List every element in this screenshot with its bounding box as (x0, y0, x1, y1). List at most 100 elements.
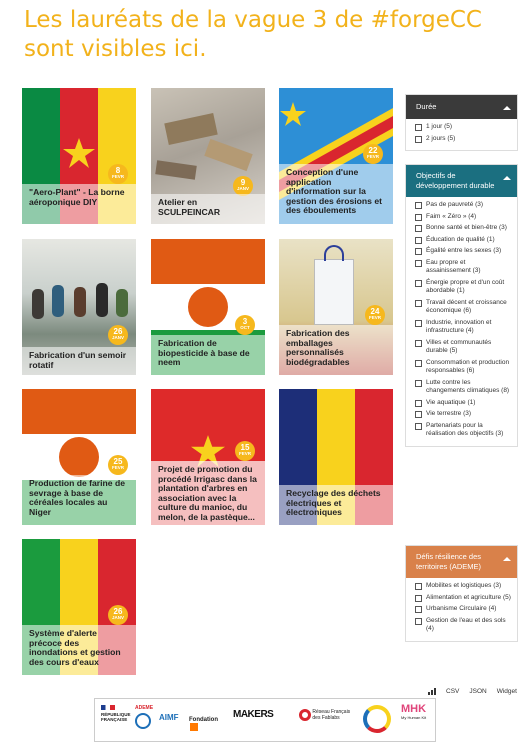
project-card[interactable]: 15 FEVR Projet de promotion du procédé Ir… (151, 389, 265, 552)
filter-option-label: Gestion de l'eau et des sols (4) (426, 616, 506, 633)
filter-option[interactable]: Pas de pauvreté (3) (415, 201, 511, 210)
card-title: Production de farine de sevrage à base d… (22, 475, 136, 525)
filter-ademe-header[interactable]: Défis résilience des territoires (ADEME) (406, 546, 517, 578)
filter-duree-title: Durée (416, 102, 437, 111)
filter-option[interactable]: Alimentation et agriculture (5) (415, 594, 511, 603)
checkbox[interactable] (415, 339, 422, 347)
filter-duree-header[interactable]: Durée (406, 95, 517, 119)
date-badge: 25 FEVR (108, 455, 128, 475)
checkbox[interactable] (415, 606, 422, 613)
card-title: Projet de promotion du procédé Irrigasc … (151, 461, 265, 552)
filter-option-label: Vie aquatique (1) (426, 398, 476, 406)
checkbox[interactable] (415, 583, 422, 590)
export-json-link[interactable]: JSON (469, 688, 486, 695)
checkbox[interactable] (415, 135, 422, 143)
filter-odd-title: Objectifs de développement durable (416, 171, 495, 190)
filter-option[interactable]: Lutte contre les changements climatiques… (415, 379, 511, 396)
collapse-icon[interactable] (503, 557, 511, 561)
checkbox[interactable] (415, 411, 422, 418)
card-title: Atelier en SCULPEINCAR (151, 194, 265, 224)
checkbox[interactable] (415, 299, 422, 307)
date-badge: 8 FEVR (108, 164, 128, 184)
filter-option-label: Pas de pauvreté (3) (426, 201, 484, 208)
filter-option[interactable]: Énergie propre et d'un coût abordable (1… (415, 279, 511, 296)
makers-logo: MAKERS (233, 709, 274, 720)
filter-option-label: Travail décent et croissance économique … (426, 298, 507, 315)
filter-option-label: Industrie, innovation et infrastructure … (426, 318, 492, 335)
filter-duree: Durée 1 jour (5) 2 jours (5) (405, 94, 518, 151)
filter-option[interactable]: Faim « Zéro » (4) (415, 213, 511, 222)
aimf-logo: AIMF (159, 713, 179, 722)
project-card[interactable]: 26 JANV Système d'alerte précoce des inon… (22, 539, 136, 675)
checkbox[interactable] (415, 594, 422, 602)
export-links: CSV JSON Widget (428, 687, 517, 695)
filter-option-label: Vie terrestre (3) (426, 410, 472, 417)
filter-option[interactable]: Bonne santé et bien-être (3) (415, 224, 511, 233)
filter-option[interactable]: 2 jours (5) (415, 135, 511, 144)
checkbox[interactable] (415, 236, 422, 244)
export-csv-link[interactable]: CSV (446, 688, 459, 695)
filter-ademe: Défis résilience des territoires (ADEME)… (405, 545, 518, 642)
card-title: "Aero-Plant" - La borne aéroponique DIY (22, 184, 136, 224)
checkbox[interactable] (415, 248, 422, 255)
filter-option[interactable]: Vie terrestre (3) (415, 410, 511, 419)
filter-option[interactable]: Vie aquatique (1) (415, 399, 511, 408)
filter-option[interactable]: Partenariats pour la réalisation des obj… (415, 422, 511, 439)
filter-option[interactable]: Gestion de l'eau et des sols (4) (415, 617, 511, 634)
collapse-icon[interactable] (503, 176, 511, 180)
date-badge: 26 JANV (108, 605, 128, 625)
filter-option-label: Urbanisme Circulaire (4) (426, 605, 497, 612)
checkbox[interactable] (415, 259, 422, 267)
filter-option-label: Eau propre et assainissement (3) (426, 258, 481, 275)
star-icon (63, 138, 95, 168)
filter-option[interactable]: Éducation de qualité (1) (415, 236, 511, 245)
partner-circle-logo (363, 705, 391, 733)
card-title: Conception d'une application d'informati… (279, 164, 393, 224)
filter-option-label: 2 jours (5) (426, 134, 456, 142)
project-card[interactable]: 8 FEVR "Aero-Plant" - La borne aéroponiqu… (22, 88, 136, 224)
checkbox[interactable] (415, 213, 422, 221)
filter-option[interactable]: Travail décent et croissance économique … (415, 299, 511, 316)
filter-option-label: Mobilites et logistiques (3) (426, 582, 502, 589)
checkbox[interactable] (415, 422, 422, 430)
project-card[interactable]: 9 JANV Atelier en SCULPEINCAR (151, 88, 265, 224)
filter-option[interactable]: Consommation et production responsables … (415, 359, 511, 376)
filter-option[interactable]: Urbanisme Circulaire (4) (415, 605, 511, 614)
projects-grid: 8 FEVR "Aero-Plant" - La borne aéroponiqu… (22, 88, 394, 688)
page-title: Les lauréats de la vague 3 de #forgeCC s… (24, 7, 482, 62)
checkbox[interactable] (415, 225, 422, 232)
filter-option-label: Éducation de qualité (1) (426, 235, 495, 243)
chart-bars-icon (428, 687, 436, 695)
filter-option[interactable]: 1 jour (5) (415, 123, 511, 132)
checkbox[interactable] (415, 279, 422, 287)
date-badge: 15 FEVR (235, 441, 255, 461)
filter-option-label: Lutte contre les changements climatiques… (426, 378, 510, 395)
date-badge: 26 JANV (108, 325, 128, 345)
project-card[interactable]: 22 FEVR Conception d'une application d'in… (279, 88, 393, 224)
export-widget-link[interactable]: Widget (497, 688, 517, 695)
filter-option[interactable]: Eau propre et assainissement (3) (415, 259, 511, 276)
checkbox[interactable] (415, 617, 422, 625)
checkbox[interactable] (415, 399, 422, 407)
filter-option-label: Égalité entre les sexes (3) (426, 247, 502, 254)
checkbox[interactable] (415, 359, 422, 367)
filter-option[interactable]: Mobilites et logistiques (3) (415, 582, 511, 591)
project-card[interactable]: 24 FEVR Fabrication des emballages person… (279, 239, 393, 375)
checkbox[interactable] (415, 124, 422, 131)
project-card[interactable]: 25 FEVR Production de farine de sevrage à… (22, 389, 136, 525)
checkbox[interactable] (415, 379, 422, 387)
filter-option[interactable]: Égalité entre les sexes (3) (415, 247, 511, 256)
filter-option[interactable]: Industrie, innovation et infrastructure … (415, 319, 511, 336)
checkbox[interactable] (415, 202, 422, 209)
checkbox[interactable] (415, 319, 422, 327)
collapse-icon[interactable] (503, 106, 511, 110)
project-card[interactable]: 3 OCT Fabrication de biopesticide à base … (151, 239, 265, 375)
project-card[interactable]: Recyclage des déchets électriques et éle… (279, 389, 393, 525)
date-badge: 3 OCT (235, 315, 255, 335)
filter-option[interactable]: Villes et communautés durable (5) (415, 339, 511, 356)
date-badge: 9 JANV (233, 176, 253, 196)
filter-ademe-title: Défis résilience des territoires (ADEME) (416, 552, 482, 571)
filter-odd-header[interactable]: Objectifs de développement durable (406, 165, 517, 197)
date-badge: 24 FEVR (365, 305, 385, 325)
project-card[interactable]: 26 JANV Fabrication d'un semoir rotatif (22, 239, 136, 375)
